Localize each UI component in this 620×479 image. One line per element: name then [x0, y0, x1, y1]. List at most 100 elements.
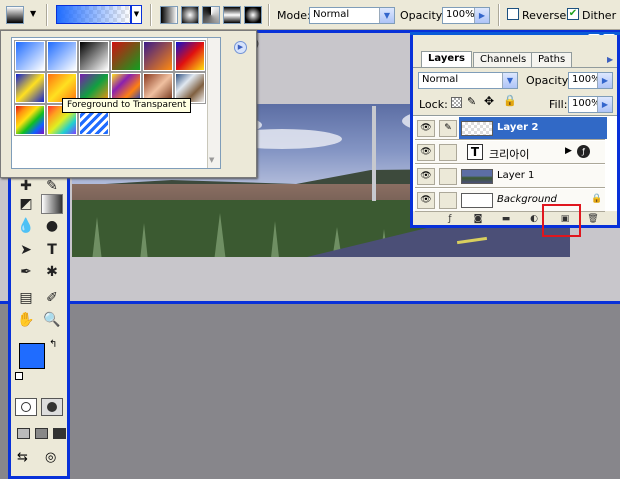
pen-tool-icon[interactable]: ✒ — [15, 262, 37, 282]
divider — [46, 4, 48, 26]
layers-palette: Layers Channels Paths ▶ Normal ▼ Opacity… — [410, 35, 620, 228]
link-slot[interactable] — [439, 168, 457, 185]
fill-input[interactable]: 100% ▶ — [568, 96, 613, 113]
layer-name: Layer 1 — [497, 170, 535, 181]
adjustment-layer-icon[interactable]: ◐ — [527, 213, 541, 225]
zoom-tool-icon[interactable]: 🔍 — [41, 310, 63, 330]
layer-opacity-label: Opacity: — [526, 74, 572, 87]
screen-mode-full-menu-icon[interactable] — [35, 428, 48, 439]
gradient-preview[interactable] — [56, 5, 131, 24]
eye-icon[interactable]: 👁 — [417, 120, 435, 137]
hand-tool-icon[interactable]: ✋ — [15, 310, 37, 330]
chevron-right-icon: ▶ — [474, 8, 489, 23]
tab-paths[interactable]: Paths — [531, 52, 573, 67]
screen-mode-full-icon[interactable] — [53, 428, 66, 439]
standard-mode-button[interactable] — [15, 398, 37, 416]
path-selection-tool-icon[interactable]: ➤ — [15, 240, 37, 260]
layer-row-layer-1[interactable]: 👁 Layer 1 — [415, 165, 605, 188]
opacity-value: 100% — [446, 9, 475, 20]
layer-opacity-input[interactable]: 100% ▶ — [568, 72, 613, 89]
blend-mode-value: Normal — [422, 74, 459, 85]
lock-brush-icon[interactable]: ✎ — [467, 95, 476, 108]
eyedropper-tool-icon[interactable]: ✐ — [41, 288, 63, 308]
default-colors-icon[interactable] — [15, 372, 23, 380]
reflected-gradient-button[interactable] — [223, 6, 241, 24]
lock-transparency-icon[interactable] — [451, 97, 462, 108]
gradient-tool-preset-icon[interactable] — [6, 6, 24, 24]
eye-icon[interactable]: 👁 — [417, 144, 435, 161]
chevron-down-icon[interactable]: ▼ — [209, 156, 214, 164]
gradient-picker-toggle[interactable]: ▼ — [131, 5, 142, 24]
gradient-swatch-foreground-to-transparent[interactable] — [46, 40, 78, 72]
tab-channels[interactable]: Channels — [473, 52, 534, 67]
chevron-down-icon[interactable]: ▼ — [30, 9, 36, 18]
mode-value: Normal — [313, 9, 350, 20]
reverse-label: Reverse — [522, 9, 567, 22]
gradient-swatch-violet-orange[interactable] — [142, 40, 174, 72]
picker-menu-button[interactable]: ▶ — [234, 41, 247, 54]
eraser-tool-icon[interactable]: ◩ — [15, 194, 37, 214]
mode-select[interactable]: Normal ▼ — [309, 7, 395, 24]
grass-tuft — [92, 217, 102, 257]
disclosure-triangle-icon[interactable]: ▶ — [565, 146, 572, 156]
text-layer-icon: T — [467, 144, 483, 160]
diamond-gradient-button[interactable] — [244, 6, 262, 24]
palette-menu-icon[interactable]: ▶ — [607, 55, 613, 64]
gradient-swatch-red-green[interactable] — [110, 40, 142, 72]
eye-icon[interactable]: 👁 — [417, 192, 435, 209]
tab-layers[interactable]: Layers — [421, 51, 472, 67]
chevron-right-icon: ▶ — [597, 73, 612, 88]
reverse-checkbox[interactable] — [507, 8, 519, 20]
blur-tool-icon[interactable]: 💧 — [15, 216, 37, 236]
gradient-swatch-blue-yellow-blue[interactable] — [14, 72, 46, 104]
blend-mode-select[interactable]: Normal ▼ — [418, 72, 518, 89]
scrollbar[interactable]: ▼ — [207, 38, 220, 168]
notes-tool-icon[interactable]: ▤ — [15, 288, 37, 308]
layer-list: 👁 ✎ Layer 2 👁 T 크리아이 ▶ ƒ 👁 Layer 1 👁 Bac… — [413, 115, 617, 212]
chevron-right-icon: ▶ — [597, 97, 612, 112]
radial-gradient-button[interactable] — [181, 6, 199, 24]
divider — [498, 4, 500, 26]
healing-brush-tool-icon[interactable]: ✚ — [15, 176, 37, 196]
type-tool-icon[interactable]: T — [41, 240, 63, 260]
link-slot[interactable] — [439, 144, 457, 161]
linear-gradient-button[interactable] — [160, 6, 178, 24]
divider — [268, 4, 270, 26]
opacity-input[interactable]: 100% ▶ — [442, 7, 490, 24]
eye-icon[interactable]: 👁 — [417, 168, 435, 185]
dodge-tool-icon[interactable]: ● — [41, 216, 63, 236]
custom-shape-tool-icon[interactable]: ✱ — [41, 262, 63, 282]
layer-row-layer-2[interactable]: 👁 ✎ Layer 2 — [415, 117, 607, 140]
layer-set-icon[interactable]: ▬ — [499, 213, 513, 225]
lock-move-icon[interactable]: ✥ — [484, 94, 494, 108]
lock-all-icon[interactable]: 🔒 — [503, 94, 517, 107]
gradient-swatch-blue-red-yellow[interactable] — [174, 40, 206, 72]
layer-mask-icon[interactable]: ◙ — [471, 213, 485, 225]
foreground-color-swatch[interactable] — [19, 343, 45, 369]
layer-row-text[interactable]: 👁 T 크리아이 ▶ ƒ — [415, 141, 605, 164]
gradient-swatch-black-white[interactable] — [78, 40, 110, 72]
link-slot[interactable] — [439, 192, 457, 209]
trash-icon[interactable]: 🗑 — [586, 213, 600, 225]
imageready-icon[interactable]: ◎ — [45, 450, 65, 468]
layer-thumbnail — [461, 169, 493, 184]
gradient-tool-icon[interactable] — [41, 194, 63, 214]
gradient-swatch-foreground-to-background[interactable] — [14, 40, 46, 72]
swap-colors-icon[interactable]: ↰ — [49, 339, 57, 350]
divider — [413, 67, 617, 68]
divider — [150, 4, 152, 26]
gradient-swatch-spectrum[interactable] — [14, 104, 46, 136]
layer-style-icon[interactable]: ƒ — [443, 213, 457, 225]
layer-effects-icon[interactable]: ƒ — [577, 145, 590, 158]
dither-label: Dither — [582, 9, 617, 22]
brush-icon[interactable]: ✎ — [439, 120, 457, 137]
quick-mask-button[interactable] — [41, 398, 63, 416]
dither-checkbox[interactable]: ✔ — [567, 8, 579, 20]
grass-tuft — [271, 221, 279, 257]
history-brush-tool-icon[interactable]: ✎ — [41, 176, 63, 196]
mode-label: Mode: — [277, 9, 311, 22]
jump-to-imageready-icon[interactable]: ⇆ — [17, 450, 43, 468]
opacity-label: Opacity: — [400, 9, 446, 22]
screen-mode-standard-icon[interactable] — [17, 428, 30, 439]
angle-gradient-button[interactable] — [202, 6, 220, 24]
